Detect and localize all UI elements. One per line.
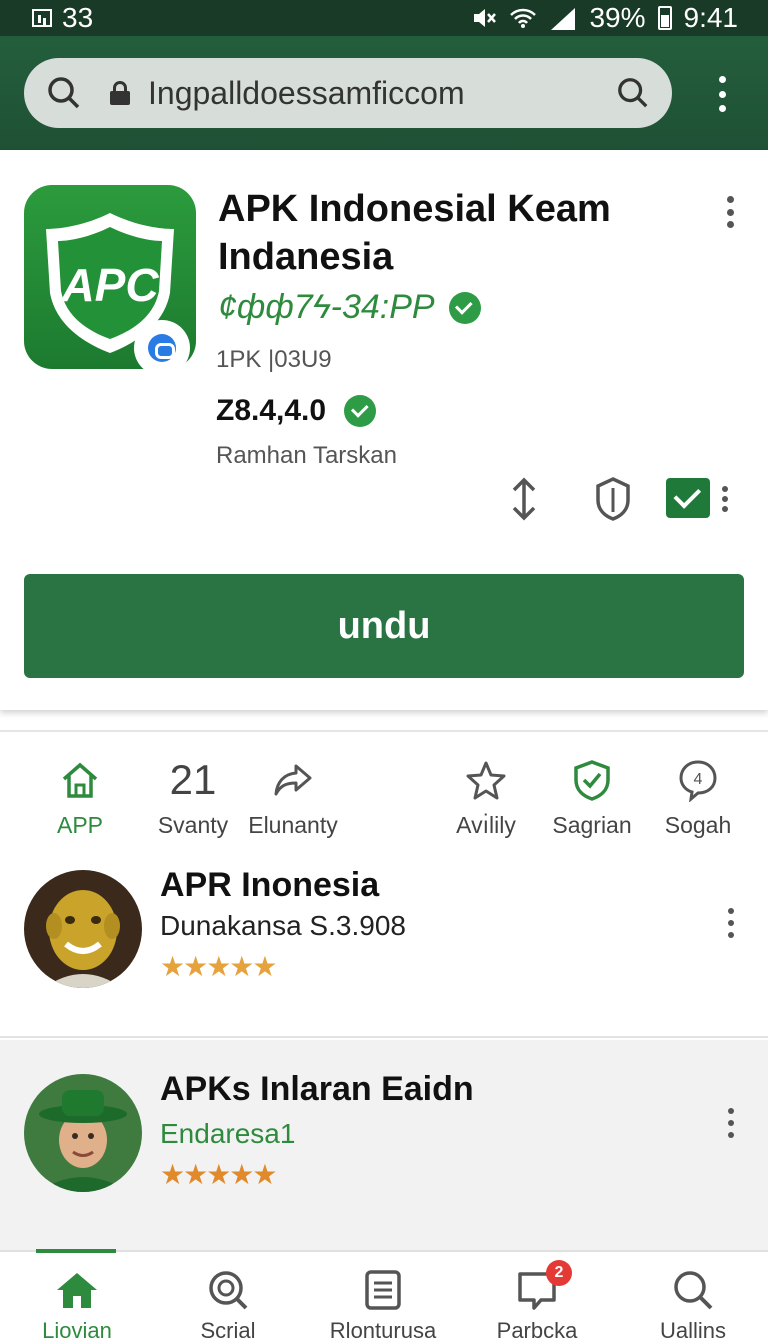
svg-text:4: 4 (694, 771, 703, 788)
document-icon (365, 1270, 401, 1310)
list-item[interactable]: APR Inonesia Dunakansa S.3.908 ★★★★★ (0, 848, 768, 1038)
list-item-title: APR Inonesia (160, 866, 380, 904)
active-indicator (36, 1249, 116, 1253)
action-row (500, 476, 740, 522)
wifi-icon (510, 8, 537, 28)
app-title: APK Indonesial Keam Indanesia (218, 188, 611, 278)
developer-name[interactable]: ¢фф7ϟ-34:PP (218, 288, 435, 327)
list-item-more-icon[interactable] (726, 908, 736, 938)
more-menu-icon[interactable] (714, 76, 730, 112)
category-avility[interactable]: Avı̇lily (426, 754, 546, 839)
action-more-icon[interactable] (720, 486, 730, 512)
rating-stars: ★★★★★ (160, 1159, 278, 1190)
category-label: Sogah (664, 812, 732, 838)
category-sogah[interactable]: 4 Sogah (638, 754, 758, 839)
notification-count: 33 (62, 2, 94, 33)
verified-check-icon (344, 395, 377, 427)
chat-bubble-icon: 4 (679, 760, 717, 802)
nav-label: Scrial (200, 1318, 256, 1343)
avatar[interactable] (24, 1074, 142, 1192)
version-text: Z8.4,4.0 (216, 394, 327, 427)
url-text[interactable]: Ingpalldoessamficcom (148, 75, 616, 112)
notification-icon (32, 9, 52, 27)
browser-toolbar: Ingpalldoessamficcom (0, 36, 768, 150)
signal-icon (551, 8, 576, 30)
category-label: Elunanty (248, 812, 338, 838)
checkbox-checked[interactable] (666, 478, 710, 518)
nav-label: Liovian (42, 1318, 112, 1343)
app-tag: Ramhan Tarskan (216, 442, 397, 469)
shield-check-icon (574, 760, 610, 801)
avatar-yellow-face-icon (24, 870, 142, 988)
category-label: Avı̇lily (456, 812, 516, 838)
nav-item-scrial[interactable]: Scrial (153, 1266, 303, 1344)
verified-check-icon (448, 291, 481, 324)
avatar-green-hat-icon (24, 1074, 142, 1192)
nav-label: Rlonturusa (329, 1318, 437, 1343)
download-button[interactable]: undu (24, 574, 744, 678)
notification-badge: 2 (546, 1260, 572, 1286)
verified-badge-icon (134, 320, 190, 376)
category-app[interactable]: APP (20, 754, 140, 839)
category-row: APP 21 Svanty Elunanty Avı̇lily Sagrian … (0, 730, 768, 848)
nav-label: Parbcka (496, 1318, 578, 1343)
app-icon-text: APC (60, 259, 159, 311)
list-item-subtitle: Dunakansa S.3.908 (160, 910, 406, 941)
search-icon[interactable] (616, 76, 650, 110)
list-item-subtitle: Endaresa1 (160, 1118, 296, 1149)
sort-arrows-icon[interactable] (506, 476, 542, 522)
category-label: Sagrian (552, 812, 632, 838)
battery-percent: 39% (589, 2, 646, 33)
nav-item-uallins[interactable]: Uallins (618, 1266, 768, 1344)
status-bar: 33 39% 9:41 (0, 0, 768, 36)
nav-label: Uallins (659, 1318, 727, 1343)
clock: 9:41 (683, 2, 739, 33)
share-icon (274, 764, 312, 796)
mute-icon (474, 9, 497, 27)
url-bar[interactable]: Ingpalldoessamficcom (24, 58, 672, 128)
search-icon[interactable] (46, 75, 82, 111)
star-icon (466, 761, 506, 800)
list-item-title: APKs Inlaran Eaidn (160, 1070, 474, 1108)
category-number: 21 (169, 756, 217, 803)
lock-icon (110, 81, 130, 105)
app-version: Z8.4,4.0 (216, 394, 377, 428)
app-developer[interactable]: ¢фф7ϟ-34:PP (218, 288, 481, 327)
shield-icon[interactable] (594, 476, 632, 522)
app-more-icon[interactable] (722, 196, 738, 228)
rating-stars: ★★★★★ (160, 951, 278, 982)
battery-icon (657, 6, 672, 30)
category-elunanty[interactable]: Elunanty (233, 754, 353, 839)
list-item-more-icon[interactable] (726, 1108, 736, 1138)
nav-item-home[interactable]: Liovian (2, 1266, 152, 1344)
home-icon (62, 762, 98, 798)
nav-item-parbcka[interactable]: 2 Parbcka (462, 1260, 612, 1344)
category-sagrian[interactable]: Sagrian (532, 754, 652, 839)
avatar[interactable] (24, 870, 142, 988)
list-item[interactable]: APKs Inlaran Eaidn Endaresa1 ★★★★★ (0, 1040, 768, 1250)
search-icon (209, 1271, 248, 1310)
search-icon (674, 1271, 713, 1310)
category-label: APP (56, 812, 104, 838)
app-size: 1PK |03U9 (216, 346, 332, 373)
home-icon (57, 1273, 97, 1308)
bottom-nav: Liovian Scrial Rlonturusa 2 Parbcka Uall… (0, 1249, 768, 1344)
nav-item-rlonturusa[interactable]: Rlonturusa (308, 1266, 458, 1344)
app-card: APC APK Indonesial Keam Indanesia ¢фф7ϟ-… (0, 150, 768, 710)
